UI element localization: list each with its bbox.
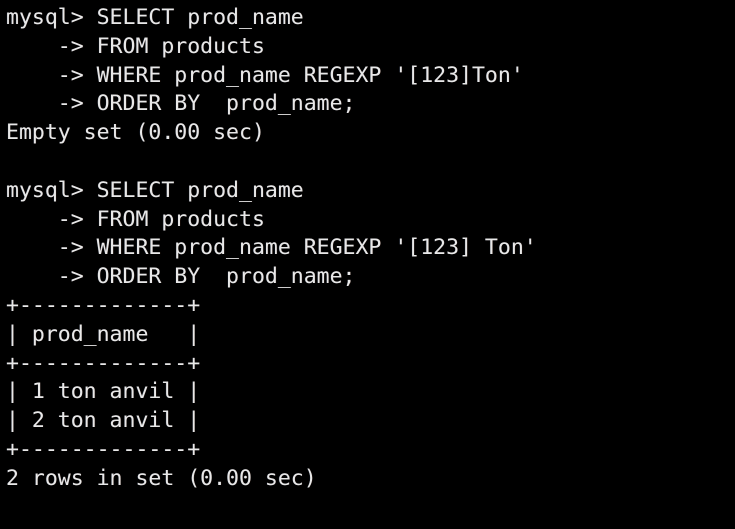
terminal-line-q2-l3: -> WHERE prod_name REGEXP '[123] Ton' — [6, 235, 537, 261]
terminal-output[interactable]: mysql> SELECT prod_name -> FROM products… — [0, 0, 735, 529]
terminal-line-t-row-2: | 2 ton anvil | — [6, 408, 201, 434]
terminal-line-q1-l4: -> ORDER BY prod_name; — [6, 91, 356, 117]
terminal-line-t-mid: +-------------+ — [6, 350, 201, 376]
terminal-line-t-top: +-------------+ — [6, 292, 201, 318]
terminal-line-q1-l2: -> FROM products — [6, 33, 265, 59]
terminal-line-q2-l4: -> ORDER BY prod_name; — [6, 264, 356, 290]
terminal-line-q2-l2: -> FROM products — [6, 206, 265, 232]
terminal-line-q1-l1: mysql> SELECT prod_name — [6, 5, 304, 30]
terminal-line-q1-l3: -> WHERE prod_name REGEXP '[123]Ton' — [6, 62, 524, 88]
terminal-line-q1-result: Empty set (0.00 sec) — [6, 120, 265, 146]
terminal-line-q2-l1: mysql> SELECT prod_name — [6, 177, 304, 203]
terminal-line-t-row-1: | 1 ton anvil | — [6, 379, 201, 405]
terminal-line-t-header: | prod_name | — [6, 321, 201, 347]
terminal-line-t-bottom: +-------------+ — [6, 436, 201, 462]
terminal-line-spacer-1 — [6, 148, 735, 177]
terminal-line-q2-result: 2 rows in set (0.00 sec) — [6, 465, 317, 491]
